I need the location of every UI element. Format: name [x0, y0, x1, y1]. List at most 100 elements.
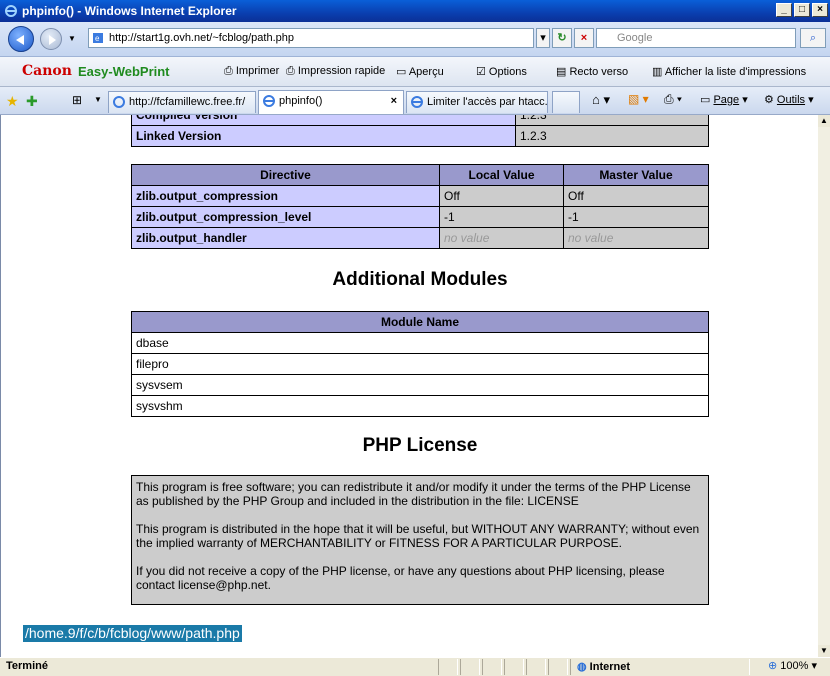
globe-icon: ◍	[577, 661, 587, 673]
table-row: filepro	[131, 353, 709, 375]
tab-bar: ★ ✚ ⊞ ▼ http://fcfamillewc.free.fr/ phpi…	[0, 87, 830, 115]
tools-menu[interactable]: ⚙ Outils ▾	[764, 93, 814, 106]
zoom-icon: ⊕	[768, 660, 778, 672]
stop-icon[interactable]: ×	[574, 28, 594, 48]
window-title: phpinfo() - Windows Internet Explorer	[22, 4, 237, 18]
path-output: /home.9/f/c/b/fcblog/www/path.php	[23, 625, 242, 642]
new-tab-button[interactable]	[552, 91, 580, 113]
close-tab-icon[interactable]: ×	[391, 91, 397, 111]
vertical-scrollbar[interactable]: ▲ ▼	[818, 115, 830, 657]
page-menu[interactable]: ▭ Page ▾	[700, 93, 748, 106]
tab-htaccess[interactable]: Limiter l'accès par htacc...	[406, 91, 548, 113]
php-license-heading: PHP License	[362, 435, 478, 456]
address-field[interactable]: e http://start1g.ovh.net/~fcblog/path.ph…	[88, 28, 534, 48]
module-cell: filepro	[131, 353, 709, 375]
table-row: dbase	[131, 332, 709, 354]
ie-window: phpinfo() - Windows Internet Explorer _ …	[0, 0, 830, 675]
directive-header: Directive	[131, 164, 440, 186]
history-dropdown-icon[interactable]: ▼	[68, 34, 76, 43]
address-dropdown-icon[interactable]: ▾	[536, 28, 550, 48]
tab-phpinfo-label: phpinfo()	[279, 95, 323, 107]
tab-list-icon[interactable]: ▼	[94, 95, 102, 104]
status-pane	[504, 659, 524, 675]
page-content: Compiled Version 1.2.3 Linked Version 1.2.…	[0, 115, 818, 657]
zlib-table: Directive Local Value Master Value zlib.ou…	[131, 164, 709, 249]
status-pane	[460, 659, 480, 675]
module-cell: sysvsem	[131, 374, 709, 396]
status-pane	[482, 659, 502, 675]
tab-phpinfo[interactable]: phpinfo() ×	[258, 90, 404, 114]
version-table: Compiled Version 1.2.3 Linked Version 1.2.…	[131, 115, 709, 147]
directive-cell: zlib.output_compression_level	[131, 206, 440, 228]
scroll-down-icon[interactable]: ▼	[818, 645, 830, 657]
back-arrow-icon	[16, 35, 24, 45]
options-button[interactable]: ☑ Options	[476, 65, 527, 78]
print-label: Imprimer	[235, 65, 280, 77]
additional-modules-heading: Additional Modules	[332, 269, 508, 290]
license-paragraph: This program is free software; you can r…	[136, 480, 691, 508]
directive-cell: zlib.output_handler	[131, 227, 440, 249]
svg-text:e: e	[95, 34, 100, 43]
module-cell: sysvshm	[131, 395, 709, 417]
table-row: sysvshm	[131, 395, 709, 417]
duplex-button[interactable]: ▤ Recto verso	[556, 65, 628, 78]
page-menu-label: Page	[713, 94, 740, 106]
master-value-cell: -1	[563, 206, 709, 228]
feeds-icon[interactable]: ▧ ▾	[628, 92, 649, 106]
print-list-label: Afficher la liste d'impressions	[664, 66, 807, 78]
forward-button[interactable]	[40, 28, 62, 50]
print-icon[interactable]: ⎙ ▾	[664, 92, 682, 107]
tab-fcfamillewc[interactable]: http://fcfamillewc.free.fr/	[108, 91, 256, 113]
linked-version-value: 1.2.3	[515, 125, 709, 147]
minimize-button[interactable]: _	[776, 3, 792, 17]
table-row: sysvsem	[131, 374, 709, 396]
preview-button[interactable]: ▭ Aperçu	[396, 65, 444, 78]
print-button[interactable]: ⎙ Imprimer	[224, 65, 279, 78]
loading-icon	[113, 96, 125, 108]
back-button[interactable]	[8, 26, 34, 52]
zoom-control[interactable]: ⊕ 100% ▾	[768, 658, 817, 675]
table-row: zlib.output_compression_level -1 -1	[131, 206, 709, 228]
maximize-button[interactable]: □	[794, 3, 810, 17]
ie-page-icon	[411, 96, 423, 108]
status-bar: Terminé ◍ Internet ⊕ 100% ▾	[0, 657, 830, 675]
linked-version-label: Linked Version	[131, 125, 516, 147]
status-pane	[526, 659, 546, 675]
duplex-label: Recto verso	[569, 66, 629, 78]
easy-webprint-toolbar: Canon Easy-WebPrint ⎙ Imprimer ⎙ Impress…	[0, 57, 830, 87]
add-favorites-icon[interactable]: ✚	[26, 93, 38, 110]
search-icon[interactable]: ⌕	[800, 28, 826, 48]
license-paragraph: If you did not receive a copy of the PHP…	[136, 564, 665, 592]
license-paragraph: This program is distributed in the hope …	[136, 522, 700, 550]
table-row: zlib.output_handler no value no value	[131, 227, 709, 249]
tools-menu-label: Outils	[776, 94, 806, 106]
page-icon: e	[93, 33, 103, 43]
options-label: Options	[488, 66, 527, 78]
search-input[interactable]: Google	[596, 28, 796, 48]
ie-page-icon	[263, 95, 275, 107]
quick-print-button[interactable]: ⎙ Impression rapide	[286, 65, 385, 78]
local-value-cell: Off	[439, 185, 564, 207]
security-zone[interactable]: ◍ Internet	[570, 659, 750, 675]
directive-cell: zlib.output_compression	[131, 185, 440, 207]
modules-table: Module Name dbase filepro sysvsem sysvsh…	[131, 311, 709, 417]
master-value-cell: no value	[563, 227, 709, 249]
tab-fcfamillewc-label: http://fcfamillewc.free.fr/	[129, 96, 246, 108]
scroll-up-icon[interactable]: ▲	[818, 115, 830, 127]
tab-htaccess-label: Limiter l'accès par htacc...	[427, 96, 548, 108]
print-list-button[interactable]: ▥ Afficher la liste d'impressions	[652, 65, 806, 78]
refresh-icon[interactable]: ↻	[552, 28, 572, 48]
table-row: zlib.output_compression Off Off	[131, 185, 709, 207]
compiled-version-label: Compiled Version	[131, 115, 516, 126]
quick-tabs-icon[interactable]: ⊞	[72, 93, 82, 107]
favorites-star-icon[interactable]: ★	[6, 93, 19, 110]
quick-print-label: Impression rapide	[297, 65, 386, 77]
easy-webprint-menu[interactable]: Easy-WebPrint	[78, 64, 170, 79]
home-icon[interactable]: ⌂ ▾	[592, 92, 610, 108]
license-box: This program is free software; you can r…	[131, 475, 709, 605]
close-button[interactable]: ×	[812, 3, 828, 17]
local-value-cell: -1	[439, 206, 564, 228]
preview-label: Aperçu	[408, 66, 444, 78]
zoom-level: 100%	[780, 660, 809, 672]
compiled-version-value: 1.2.3	[515, 115, 709, 126]
